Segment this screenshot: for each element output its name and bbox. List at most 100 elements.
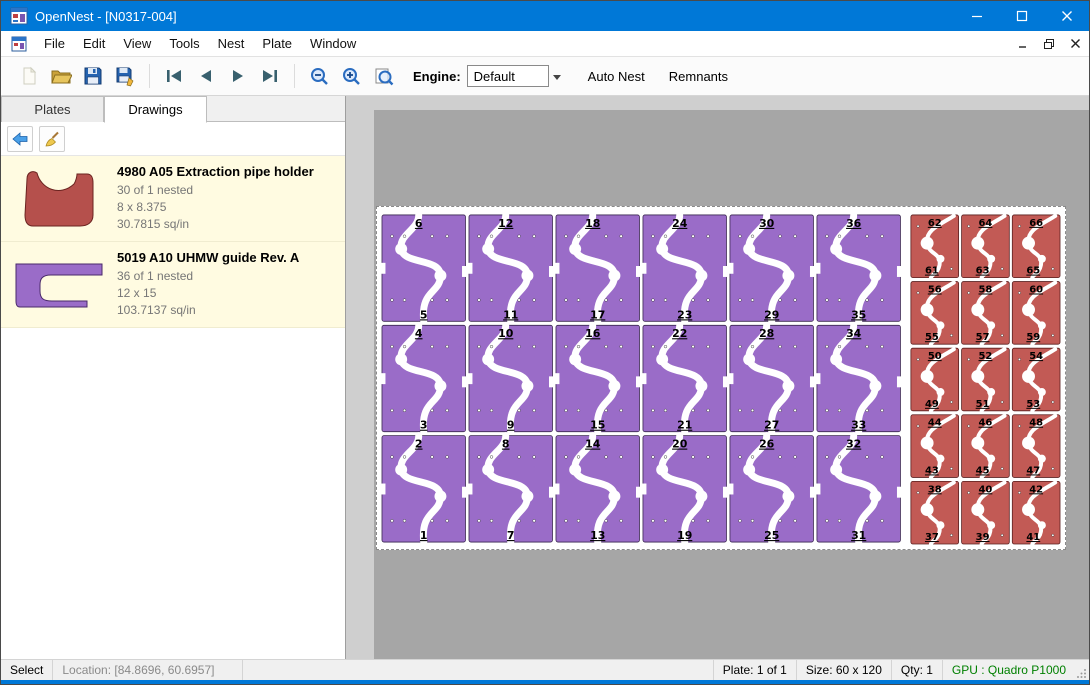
tab-drawings[interactable]: Drawings bbox=[104, 96, 207, 123]
clear-button[interactable] bbox=[39, 126, 65, 152]
plate-svg: 6512111817242330293635431091615222128273… bbox=[377, 207, 1065, 549]
part-number: 47 bbox=[1026, 465, 1040, 476]
part-number: 26 bbox=[759, 438, 775, 451]
nested-part-pair-red[interactable]: 6059 bbox=[1012, 282, 1060, 345]
menu-plate[interactable]: Plate bbox=[253, 32, 301, 55]
part-number: 8 bbox=[502, 438, 510, 451]
app-window: OpenNest - [N0317-004] File Edit View To… bbox=[0, 0, 1090, 685]
menu-file[interactable]: File bbox=[35, 32, 74, 55]
menu-nest[interactable]: Nest bbox=[209, 32, 254, 55]
part-number: 32 bbox=[846, 438, 861, 451]
first-plate-button[interactable] bbox=[159, 61, 189, 91]
nested-part-pair-red[interactable]: 5049 bbox=[911, 348, 959, 411]
nested-part-pair-purple[interactable]: 32 31 bbox=[815, 436, 901, 542]
nested-part-pair-red[interactable]: 42 41 bbox=[1012, 481, 1060, 544]
part-number: 54 bbox=[1029, 351, 1043, 362]
auto-nest-button[interactable]: Auto Nest bbox=[579, 63, 654, 90]
drawing-item[interactable]: 5019 A10 UHMW guide Rev. A 36 of 1 neste… bbox=[1, 242, 345, 328]
send-back-button[interactable] bbox=[7, 126, 33, 152]
nested-part-pair-purple[interactable]: 2625 bbox=[728, 436, 814, 542]
nested-part-pair-red[interactable]: 48 47 bbox=[1012, 415, 1060, 478]
nested-part-pair-red[interactable]: 56 55 bbox=[911, 282, 959, 345]
zoom-out-icon bbox=[309, 66, 330, 87]
last-plate-button[interactable] bbox=[255, 61, 285, 91]
part-number: 42 bbox=[1029, 484, 1043, 495]
zoom-fit-button[interactable] bbox=[368, 61, 398, 91]
nested-part-pair-purple[interactable]: 65 bbox=[380, 215, 466, 321]
nested-part-pair-purple[interactable]: 3433 bbox=[815, 325, 901, 431]
new-file-button[interactable] bbox=[14, 61, 44, 91]
open-file-button[interactable] bbox=[46, 61, 76, 91]
part-number: 46 bbox=[979, 418, 993, 429]
part-number: 39 bbox=[976, 532, 990, 543]
nested-part-pair-purple[interactable]: 21 bbox=[380, 436, 466, 542]
zoom-out-button[interactable] bbox=[304, 61, 334, 91]
nested-part-pair-purple[interactable]: 2423 bbox=[641, 215, 727, 321]
mdi-restore-button[interactable] bbox=[1037, 34, 1061, 54]
nested-part-pair-purple[interactable]: 1817 bbox=[554, 215, 640, 321]
nested-part-pair-purple[interactable]: 2221 bbox=[641, 325, 727, 431]
save-as-button[interactable] bbox=[110, 61, 140, 91]
nested-part-pair-purple[interactable]: 3635 bbox=[815, 215, 901, 321]
part-number: 56 bbox=[928, 285, 942, 296]
nested-part-pair-red[interactable]: 64 63 bbox=[962, 215, 1010, 278]
nested-part-pair-purple[interactable]: 2019 bbox=[641, 436, 727, 542]
next-plate-button[interactable] bbox=[223, 61, 253, 91]
drawing-item[interactable]: 4980 A05 Extraction pipe holder 30 of 1 … bbox=[1, 156, 345, 242]
dropdown-arrow-icon[interactable] bbox=[550, 70, 564, 84]
nested-part-pair-purple[interactable]: 1211 bbox=[467, 215, 553, 321]
nested-part-pair-purple[interactable]: 3029 bbox=[728, 215, 814, 321]
maximize-icon bbox=[1016, 10, 1028, 22]
zoom-in-button[interactable] bbox=[336, 61, 366, 91]
nested-part-pair-red[interactable]: 4443 bbox=[911, 415, 959, 478]
part-number: 64 bbox=[979, 218, 993, 229]
menu-edit[interactable]: Edit bbox=[74, 32, 114, 55]
save-as-icon bbox=[115, 66, 136, 87]
minimize-button[interactable] bbox=[954, 1, 999, 31]
part-number: 31 bbox=[851, 529, 866, 542]
close-button[interactable] bbox=[1044, 1, 1089, 31]
save-button[interactable] bbox=[78, 61, 108, 91]
statusbar: Select Location: [84.8696, 60.6957] Plat… bbox=[1, 659, 1089, 680]
resize-grip[interactable] bbox=[1075, 660, 1089, 680]
part-number: 63 bbox=[976, 266, 990, 277]
previous-icon bbox=[196, 66, 216, 86]
nested-part-pair-purple[interactable]: 1615 bbox=[554, 325, 640, 431]
part-number: 13 bbox=[590, 529, 605, 542]
tab-plates[interactable]: Plates bbox=[1, 96, 104, 122]
nested-part-pair-red[interactable]: 4645 bbox=[962, 415, 1010, 478]
nested-part-pair-red[interactable]: 3837 bbox=[911, 481, 959, 544]
mdi-document-icon bbox=[11, 36, 27, 52]
titlebar[interactable]: OpenNest - [N0317-004] bbox=[1, 1, 1089, 31]
previous-plate-button[interactable] bbox=[191, 61, 221, 91]
remnants-button[interactable]: Remnants bbox=[660, 63, 737, 90]
nested-part-pair-red[interactable]: 5251 bbox=[962, 348, 1010, 411]
nested-part-pair-red[interactable]: 6261 bbox=[911, 215, 959, 278]
minimize-icon bbox=[971, 10, 983, 22]
nested-part-pair-red[interactable]: 4039 bbox=[962, 481, 1010, 544]
nested-part-pair-purple[interactable]: 109 bbox=[467, 325, 553, 431]
part-number: 55 bbox=[925, 332, 939, 343]
nested-part-pair-purple[interactable]: 43 bbox=[380, 325, 466, 431]
nesting-canvas[interactable]: 6512111817242330293635431091615222128273… bbox=[346, 96, 1089, 659]
engine-select[interactable]: Default bbox=[467, 65, 549, 87]
part-number: 41 bbox=[1026, 532, 1040, 543]
panel-tabs: Plates Drawings bbox=[1, 96, 345, 122]
menu-view[interactable]: View bbox=[114, 32, 160, 55]
nested-part-pair-red[interactable]: 5453 bbox=[1012, 348, 1060, 411]
nested-part-pair-purple[interactable]: 1413 bbox=[554, 436, 640, 542]
nested-part-pair-purple[interactable]: 87 bbox=[467, 436, 553, 542]
menu-window[interactable]: Window bbox=[301, 32, 365, 55]
part-number: 48 bbox=[1029, 418, 1043, 429]
mdi-close-button[interactable] bbox=[1063, 34, 1087, 54]
part-number: 2 bbox=[415, 438, 423, 451]
drawing-area: 30.7815 sq/in bbox=[117, 216, 314, 233]
mdi-minimize-button[interactable] bbox=[1011, 34, 1035, 54]
nested-part-pair-purple[interactable]: 2827 bbox=[728, 325, 814, 431]
nested-part-pair-red[interactable]: 6665 bbox=[1012, 215, 1060, 278]
part-number: 30 bbox=[759, 217, 775, 230]
nested-part-pair-red[interactable]: 5857 bbox=[962, 282, 1010, 345]
menu-tools[interactable]: Tools bbox=[160, 32, 208, 55]
plate[interactable]: 6512111817242330293635431091615222128273… bbox=[376, 206, 1066, 550]
maximize-button[interactable] bbox=[999, 1, 1044, 31]
